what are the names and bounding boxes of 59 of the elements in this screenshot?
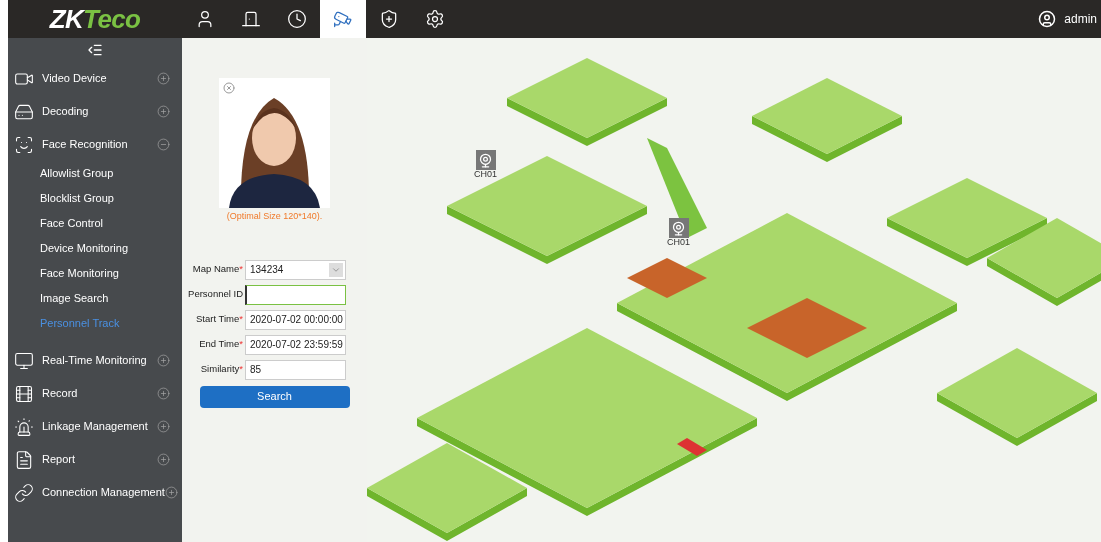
document-icon [14, 449, 34, 470]
settings-icon [425, 9, 445, 29]
search-button[interactable]: Search [199, 385, 350, 408]
expand-icon[interactable] [157, 105, 170, 118]
camera-marker-icon[interactable] [671, 220, 686, 236]
photo-size-hint: (Optimal Size 120*140). [226, 210, 323, 223]
link-icon [14, 482, 34, 503]
map-select[interactable]: 134234 [245, 259, 346, 280]
expand-icon[interactable] [157, 453, 170, 466]
camera-label: CH01 [474, 170, 497, 179]
collapse-menu-icon[interactable] [87, 42, 103, 58]
remove-photo-icon[interactable] [223, 82, 235, 94]
user-avatar-icon [1038, 10, 1057, 28]
menu-item[interactable]: Face Recognition [42, 136, 128, 153]
submenu-item[interactable]: Face Monitoring [40, 265, 119, 282]
field-label: Personnel ID [187, 287, 243, 302]
input-field[interactable] [245, 284, 346, 305]
required-mark: * [239, 338, 243, 350]
submenu-item[interactable]: Allowlist Group [40, 165, 114, 182]
face-scan-icon [14, 134, 34, 155]
input-field[interactable]: 2020-07-02 00:00:00 [245, 309, 346, 330]
submenu-item[interactable]: Face Control [40, 215, 103, 232]
expand-icon[interactable] [157, 420, 170, 433]
door-icon [241, 9, 261, 29]
menu-item[interactable]: Record [42, 385, 78, 402]
collapse-icon[interactable] [157, 138, 170, 151]
expand-icon[interactable] [157, 354, 170, 367]
field-label: Start Time* [195, 312, 243, 327]
camera-label: CH01 [667, 238, 690, 247]
camera-marker-icon[interactable] [478, 152, 493, 168]
required-mark: * [239, 263, 243, 275]
menu-item[interactable]: Decoding [42, 103, 89, 120]
cctv-camera-icon [333, 9, 353, 29]
shield-plus-icon [379, 9, 399, 29]
menu-item[interactable]: Video Device [42, 70, 107, 87]
expand-icon[interactable] [157, 387, 170, 400]
submenu-item[interactable]: Image Search [40, 290, 109, 307]
clock-icon [287, 9, 307, 29]
expand-icon[interactable] [164, 486, 178, 499]
required-mark: * [239, 313, 243, 325]
select-value: 134234 [250, 263, 284, 277]
field-label: Similarity* [199, 362, 243, 377]
menu-item[interactable]: Connection Management [42, 484, 165, 501]
siren-icon [14, 416, 34, 437]
film-icon [14, 383, 34, 404]
field-label: Map Name* [191, 262, 243, 277]
required-mark: * [239, 363, 243, 375]
user-name[interactable]: admin [1064, 10, 1097, 28]
submenu-item[interactable]: Blocklist Group [40, 190, 114, 207]
input-field[interactable]: 85 [245, 359, 346, 380]
logo-text: ZK [49, 2, 84, 36]
monitor-icon [14, 350, 34, 371]
field-label: End Time* [198, 337, 243, 352]
input-field[interactable]: 2020-07-02 23:59:59 [245, 334, 346, 355]
menu-item[interactable]: Linkage Management [42, 418, 148, 435]
menu-item[interactable]: Report [42, 451, 76, 468]
expand-icon[interactable] [157, 72, 170, 85]
submenu-item[interactable]: Device Monitoring [40, 240, 129, 257]
menu-item[interactable]: Real-Time Monitoring [42, 352, 147, 369]
